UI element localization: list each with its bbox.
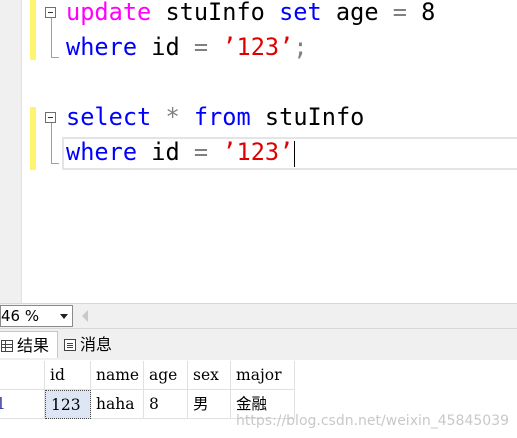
code-line-where-current: where id = ’123’ bbox=[66, 136, 296, 169]
identifier: stuInfo bbox=[250, 103, 365, 131]
zoom-dropdown[interactable]: 46 % bbox=[0, 305, 73, 327]
scroll-left-icon[interactable] bbox=[82, 310, 88, 322]
string-literal: ’123’ bbox=[222, 33, 294, 61]
results-tab-strip: 结果 消息 bbox=[0, 329, 517, 360]
fold-guide bbox=[51, 123, 52, 163]
results-grid[interactable]: id name age sex major 1 123 haha 8 男 金融 … bbox=[0, 361, 517, 438]
fold-guide bbox=[51, 163, 59, 164]
column-header[interactable]: id bbox=[45, 361, 91, 390]
keyword: where bbox=[66, 33, 138, 61]
grid-icon bbox=[1, 340, 13, 352]
tab-results[interactable]: 结果 bbox=[0, 331, 58, 358]
operator: = bbox=[392, 0, 407, 26]
editor-vertical-scrollbar[interactable] bbox=[502, 170, 517, 303]
editor-status-bar: 46 % bbox=[0, 303, 517, 329]
table-cell-id[interactable]: 123 bbox=[45, 390, 91, 419]
editor-margin bbox=[0, 0, 22, 303]
column-header[interactable]: sex bbox=[188, 361, 231, 390]
chevron-down-icon[interactable] bbox=[60, 314, 68, 319]
identifier: id bbox=[137, 138, 194, 166]
column-header[interactable]: age bbox=[144, 361, 188, 390]
operator: = bbox=[193, 138, 209, 166]
zoom-value: 46 % bbox=[1, 307, 40, 325]
code-line-update: update stuInfo set age = 8 bbox=[66, 0, 435, 29]
operator: * bbox=[165, 103, 180, 131]
row-header-corner[interactable] bbox=[0, 361, 45, 390]
keyword: set bbox=[279, 0, 322, 26]
identifier: id bbox=[137, 33, 194, 61]
row-number[interactable]: 1 bbox=[0, 390, 45, 419]
code-line-where: where id = ’123’; bbox=[66, 31, 308, 64]
change-indicator bbox=[30, 0, 36, 60]
fold-guide bbox=[51, 57, 59, 58]
number-literal: 8 bbox=[406, 0, 436, 26]
change-indicator bbox=[30, 107, 36, 170]
keyword: where bbox=[66, 138, 138, 166]
sql-editor[interactable]: update stuInfo set age = 8 where id = ’1… bbox=[0, 0, 517, 303]
string-literal: ’123’ bbox=[222, 138, 294, 166]
collapse-icon[interactable] bbox=[45, 7, 56, 18]
watermark: https://blog.csdn.net/weixin_45845039 bbox=[235, 413, 509, 429]
operator: = bbox=[193, 33, 209, 61]
keyword: from bbox=[193, 103, 251, 131]
identifier: age bbox=[321, 0, 393, 26]
fold-guide bbox=[51, 18, 52, 57]
column-header[interactable]: name bbox=[91, 361, 144, 390]
table-cell-age[interactable]: 8 bbox=[144, 390, 188, 419]
identifier: stuInfo bbox=[151, 0, 280, 26]
keyword: select bbox=[66, 103, 152, 131]
message-icon bbox=[64, 339, 76, 351]
column-header[interactable]: major bbox=[231, 361, 295, 390]
tab-messages[interactable]: 消息 bbox=[60, 331, 124, 358]
text-caret bbox=[294, 140, 296, 167]
table-cell-name[interactable]: haha bbox=[91, 390, 144, 419]
semicolon: ; bbox=[293, 33, 308, 61]
tab-results-label: 结果 bbox=[17, 336, 50, 355]
code-line-select: select * from stuInfo bbox=[66, 101, 364, 134]
tab-messages-label: 消息 bbox=[80, 335, 113, 354]
collapse-icon[interactable] bbox=[45, 112, 56, 123]
table-cell-sex[interactable]: 男 bbox=[188, 390, 231, 419]
keyword: update bbox=[66, 0, 152, 26]
